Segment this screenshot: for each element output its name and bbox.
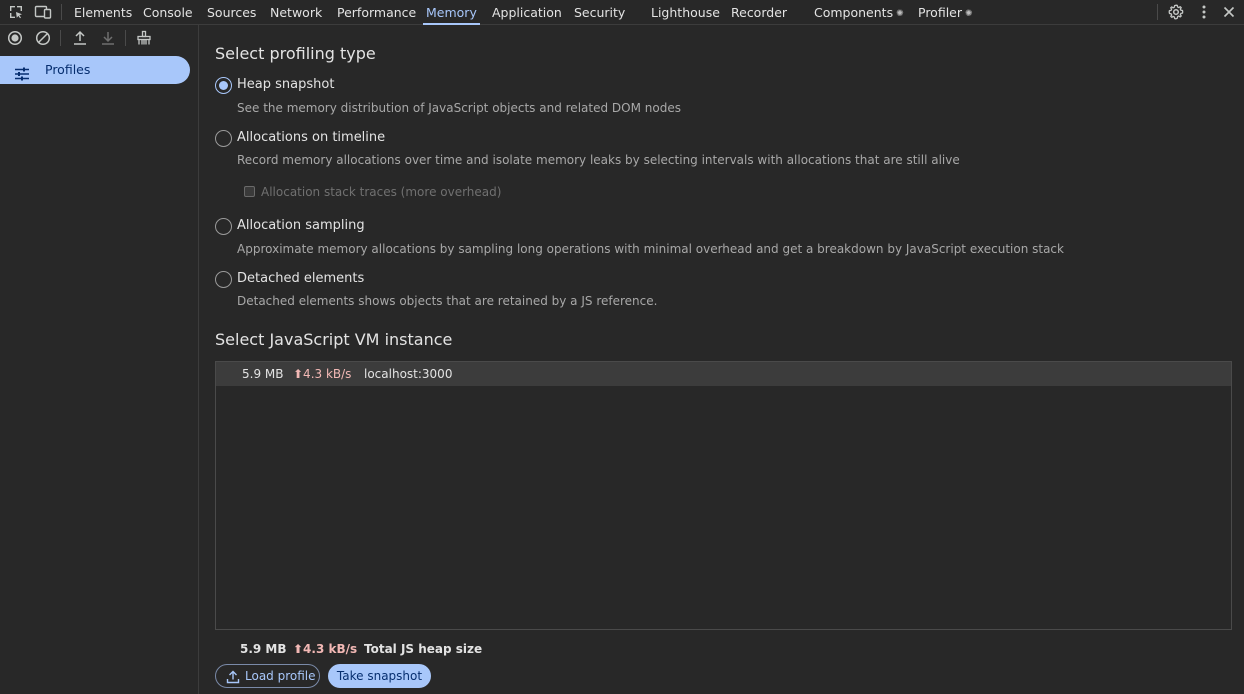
settings-icon[interactable] <box>1166 3 1186 21</box>
download-icon <box>99 29 117 47</box>
react-extension-icon: ✺ <box>965 9 973 19</box>
tab-components[interactable]: Components ✺ <box>814 0 904 25</box>
vm-instance-heading: Select JavaScript VM instance <box>215 330 453 349</box>
option-description: Approximate memory allocations by sampli… <box>237 242 1064 256</box>
garbage-collect-icon[interactable] <box>135 29 153 47</box>
tab-elements[interactable]: Elements <box>74 0 132 25</box>
tab-sources[interactable]: Sources <box>207 0 256 25</box>
memory-panel: Select profiling type Heap snapshot See … <box>200 25 1244 694</box>
tab-application[interactable]: Application <box>492 0 562 25</box>
total-heap-size: 5.9 MB <box>240 642 287 656</box>
stack-traces-label: Allocation stack traces (more overhead) <box>261 185 502 199</box>
option-description: Detached elements shows objects that are… <box>237 294 658 308</box>
react-extension-icon: ✺ <box>896 9 904 19</box>
load-profile-button[interactable]: Load profile <box>215 664 320 688</box>
record-icon[interactable] <box>6 29 24 47</box>
tab-lighthouse[interactable]: Lighthouse <box>651 0 720 25</box>
radio-allocations-timeline[interactable] <box>215 130 232 147</box>
vm-instance-list: 5.9 MB ⬆4.3 kB/s localhost:3000 <box>215 361 1232 630</box>
option-title: Detached elements <box>237 271 365 286</box>
tab-memory[interactable]: Memory <box>423 0 480 25</box>
toolbar-divider <box>1157 4 1158 20</box>
option-description: Record memory allocations over time and … <box>237 153 960 167</box>
stack-traces-checkbox <box>244 186 255 197</box>
tab-components-label: Components <box>814 5 894 20</box>
vm-heap-rate: ⬆4.3 kB/s <box>293 367 352 381</box>
tab-security[interactable]: Security <box>574 0 625 25</box>
vm-instance-row[interactable]: 5.9 MB ⬆4.3 kB/s localhost:3000 <box>216 362 1231 386</box>
total-heap-rate: ⬆4.3 kB/s <box>293 642 358 656</box>
toolbar-divider <box>61 4 62 20</box>
upload-icon[interactable] <box>71 29 89 47</box>
tab-recorder[interactable]: Recorder <box>731 0 787 25</box>
total-heap-label: Total JS heap size <box>364 642 483 656</box>
devtools-tabbar: Elements Console Sources Network Perform… <box>0 0 1244 25</box>
tab-profiler[interactable]: Profiler ✺ <box>918 0 973 25</box>
tab-performance[interactable]: Performance <box>337 0 416 25</box>
sidebar-item-label: Profiles <box>45 62 91 77</box>
tab-profiler-label: Profiler <box>918 5 963 20</box>
take-snapshot-button[interactable]: Take snapshot <box>328 664 431 688</box>
sidebar-item-profiles[interactable]: Profiles <box>0 56 190 84</box>
device-toolbar-icon[interactable] <box>33 3 53 21</box>
option-title: Allocations on timeline <box>237 130 386 145</box>
load-profile-label: Load profile <box>245 669 316 683</box>
option-title: Heap snapshot <box>237 77 335 92</box>
radio-detached-elements[interactable] <box>215 271 232 288</box>
upload-icon <box>226 669 240 684</box>
more-options-icon[interactable] <box>1194 3 1214 21</box>
profiles-toolbar <box>0 25 198 51</box>
inspect-element-icon[interactable] <box>6 3 26 21</box>
vm-instance-url: localhost:3000 <box>364 367 453 381</box>
vm-heap-size: 5.9 MB <box>242 367 284 381</box>
profiles-sliders-icon <box>14 63 30 81</box>
profiles-sidebar: Profiles <box>0 25 199 694</box>
close-icon[interactable] <box>1219 3 1239 21</box>
radio-heap-snapshot[interactable] <box>215 77 232 94</box>
option-title: Allocation sampling <box>237 218 365 233</box>
profiling-type-heading: Select profiling type <box>215 44 376 63</box>
toolbar-divider <box>125 30 126 46</box>
radio-allocation-sampling[interactable] <box>215 218 232 235</box>
clear-icon[interactable] <box>34 29 52 47</box>
tab-network[interactable]: Network <box>270 0 322 25</box>
toolbar-divider <box>60 30 61 46</box>
option-description: See the memory distribution of JavaScrip… <box>237 101 681 115</box>
tab-console[interactable]: Console <box>143 0 193 25</box>
